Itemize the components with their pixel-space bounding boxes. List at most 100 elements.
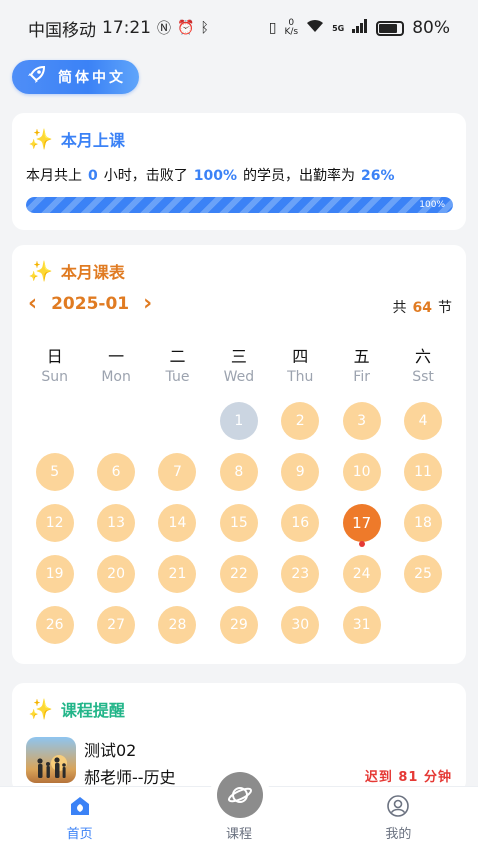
calendar-day[interactable]: 30 <box>281 605 320 644</box>
month-class-summary: 本月共上 0 小时，击败了 100% 的学员，出勤率为 26% <box>26 168 395 184</box>
user-icon <box>387 795 410 817</box>
calendar-day[interactable]: 9 <box>281 452 320 491</box>
course-name[interactable]: 测试02 <box>84 737 136 761</box>
calendar-day[interactable]: 10 <box>342 452 381 491</box>
calendar-day-cell: 3 <box>331 395 392 446</box>
battery-icon <box>376 20 405 36</box>
tab-mine[interactable]: 我的 <box>319 787 478 850</box>
total-count: 64 <box>412 300 432 316</box>
calendar-day-cell: 12 <box>24 497 85 548</box>
calendar-day[interactable]: 23 <box>281 554 320 593</box>
calendar-day-cell: 8 <box>208 446 269 497</box>
calendar-day[interactable]: 3 <box>342 401 381 440</box>
tab-home-label: 首页 <box>66 827 93 842</box>
calendar-day-cell: 19 <box>24 548 85 599</box>
weekday-2: 二 Tue <box>147 343 208 385</box>
weekday-en: Mon <box>101 369 131 385</box>
course-teacher: 郝老师--历史 <box>84 768 176 787</box>
tab-home[interactable]: 首页 <box>0 787 159 850</box>
calendar-day[interactable]: 6 <box>97 452 136 491</box>
calendar-day[interactable]: 18 <box>404 503 443 542</box>
lesson-marker-dot <box>358 541 365 547</box>
reminder-header: ✨ 课程提醒 <box>28 697 125 721</box>
home-icon <box>70 797 89 815</box>
month-class-title: 本月上课 <box>60 131 125 150</box>
calendar-day[interactable]: 20 <box>97 554 136 593</box>
weekday-3: 三 Wed <box>208 343 269 385</box>
wifi-icon <box>306 19 324 37</box>
course-thumbnail[interactable] <box>26 737 76 783</box>
calendar-day-cell: 29 <box>208 599 269 650</box>
sparkle-icon: ✨ <box>28 127 53 151</box>
calendar-day-cell: 11 <box>392 446 453 497</box>
calendar-day-cell: 30 <box>270 599 331 650</box>
progress-bar: 100% <box>26 197 453 213</box>
calendar-day[interactable]: 14 <box>158 503 197 542</box>
calendar-day[interactable]: 27 <box>97 605 136 644</box>
calendar-day[interactable]: 22 <box>219 554 258 593</box>
calendar-day-cell: 13 <box>85 497 146 548</box>
weekday-4: 四 Thu <box>270 343 331 385</box>
calendar-day[interactable]: 8 <box>219 452 258 491</box>
calendar-day[interactable]: 2 <box>281 401 320 440</box>
empty-cell <box>85 395 146 446</box>
vibrate-icon: ▯ <box>268 20 277 36</box>
calendar-day[interactable]: 25 <box>404 554 443 593</box>
calendar-day[interactable]: 15 <box>219 503 258 542</box>
beat-percent: 100% <box>193 168 238 184</box>
nfc-icon: Ⓝ <box>157 21 171 37</box>
schedule-title: 本月课表 <box>60 263 125 282</box>
late-status: 迟到 81 分钟 <box>364 770 452 785</box>
weekday-en: Wed <box>223 369 255 385</box>
alarm-icon: ⏰ <box>177 20 195 36</box>
calendar-day[interactable]: 29 <box>219 605 258 644</box>
calendar-day[interactable]: 26 <box>35 605 74 644</box>
calendar-day[interactable]: 4 <box>404 401 443 440</box>
calendar-day[interactable]: 24 <box>342 554 381 593</box>
calendar-day-cell: 1 <box>208 395 269 446</box>
language-button[interactable]: 简体中文 <box>12 60 139 94</box>
calendar-day[interactable]: 21 <box>158 554 197 593</box>
weekday-cn: 四 <box>292 347 309 366</box>
calendar-day[interactable]: 7 <box>158 452 197 491</box>
prev-month-button[interactable]: ‹ <box>28 293 37 315</box>
calendar-day[interactable]: 12 <box>35 503 74 542</box>
calendar-day-cell: 23 <box>270 548 331 599</box>
progress-fill: 100% <box>26 197 453 213</box>
calendar-day[interactable]: 1 <box>219 401 258 440</box>
sparkle-icon: ✨ <box>28 259 53 283</box>
calendar-day[interactable]: 11 <box>404 452 443 491</box>
next-month-button[interactable]: › <box>143 293 152 315</box>
calendar-day[interactable]: 13 <box>97 503 136 542</box>
empty-cell <box>24 395 85 446</box>
calendar-grid: 1 2 3 4 5 6 7 8 9 10 11 12 13 14 15 16 17 18 19 20 21 22 23 24 2… <box>24 395 454 650</box>
network-type: 5G <box>332 23 345 33</box>
calendar-day[interactable]: 31 <box>342 605 381 644</box>
hours-value: 0 <box>88 168 98 184</box>
weekday-en: Sun <box>41 369 69 385</box>
language-label: 简体中文 <box>58 70 126 86</box>
calendar-day-cell: 7 <box>147 446 208 497</box>
calendar-day-cell: 14 <box>147 497 208 548</box>
attendance-rate: 26% <box>361 168 395 184</box>
calendar-day[interactable]: 5 <box>35 452 74 491</box>
calendar-day-cell: 22 <box>208 548 269 599</box>
weekday-en: Fir <box>353 369 370 385</box>
calendar-day-cell: 2 <box>270 395 331 446</box>
calendar-day-cell: 26 <box>24 599 85 650</box>
month-class-card: ✨ 本月上课 本月共上 0 小时，击败了 100% 的学员，出勤率为 26% 100% <box>12 113 466 230</box>
empty-cell <box>147 395 208 446</box>
course-center-button[interactable] <box>210 765 270 825</box>
calendar-day[interactable]: 28 <box>158 605 197 644</box>
weekday-cn: 六 <box>415 347 432 366</box>
calendar-day[interactable]: 16 <box>281 503 320 542</box>
clock: 17:21 <box>102 18 151 38</box>
calendar-day-cell: 20 <box>85 548 146 599</box>
weekday-en: Tue <box>165 369 190 385</box>
calendar-day-today[interactable]: 17 <box>342 503 381 542</box>
calendar-day[interactable]: 19 <box>35 554 74 593</box>
calendar-day-cell: 27 <box>85 599 146 650</box>
rocket-icon <box>26 65 46 89</box>
calendar-day-cell: 4 <box>392 395 453 446</box>
tab-course-label: 课程 <box>225 827 252 842</box>
